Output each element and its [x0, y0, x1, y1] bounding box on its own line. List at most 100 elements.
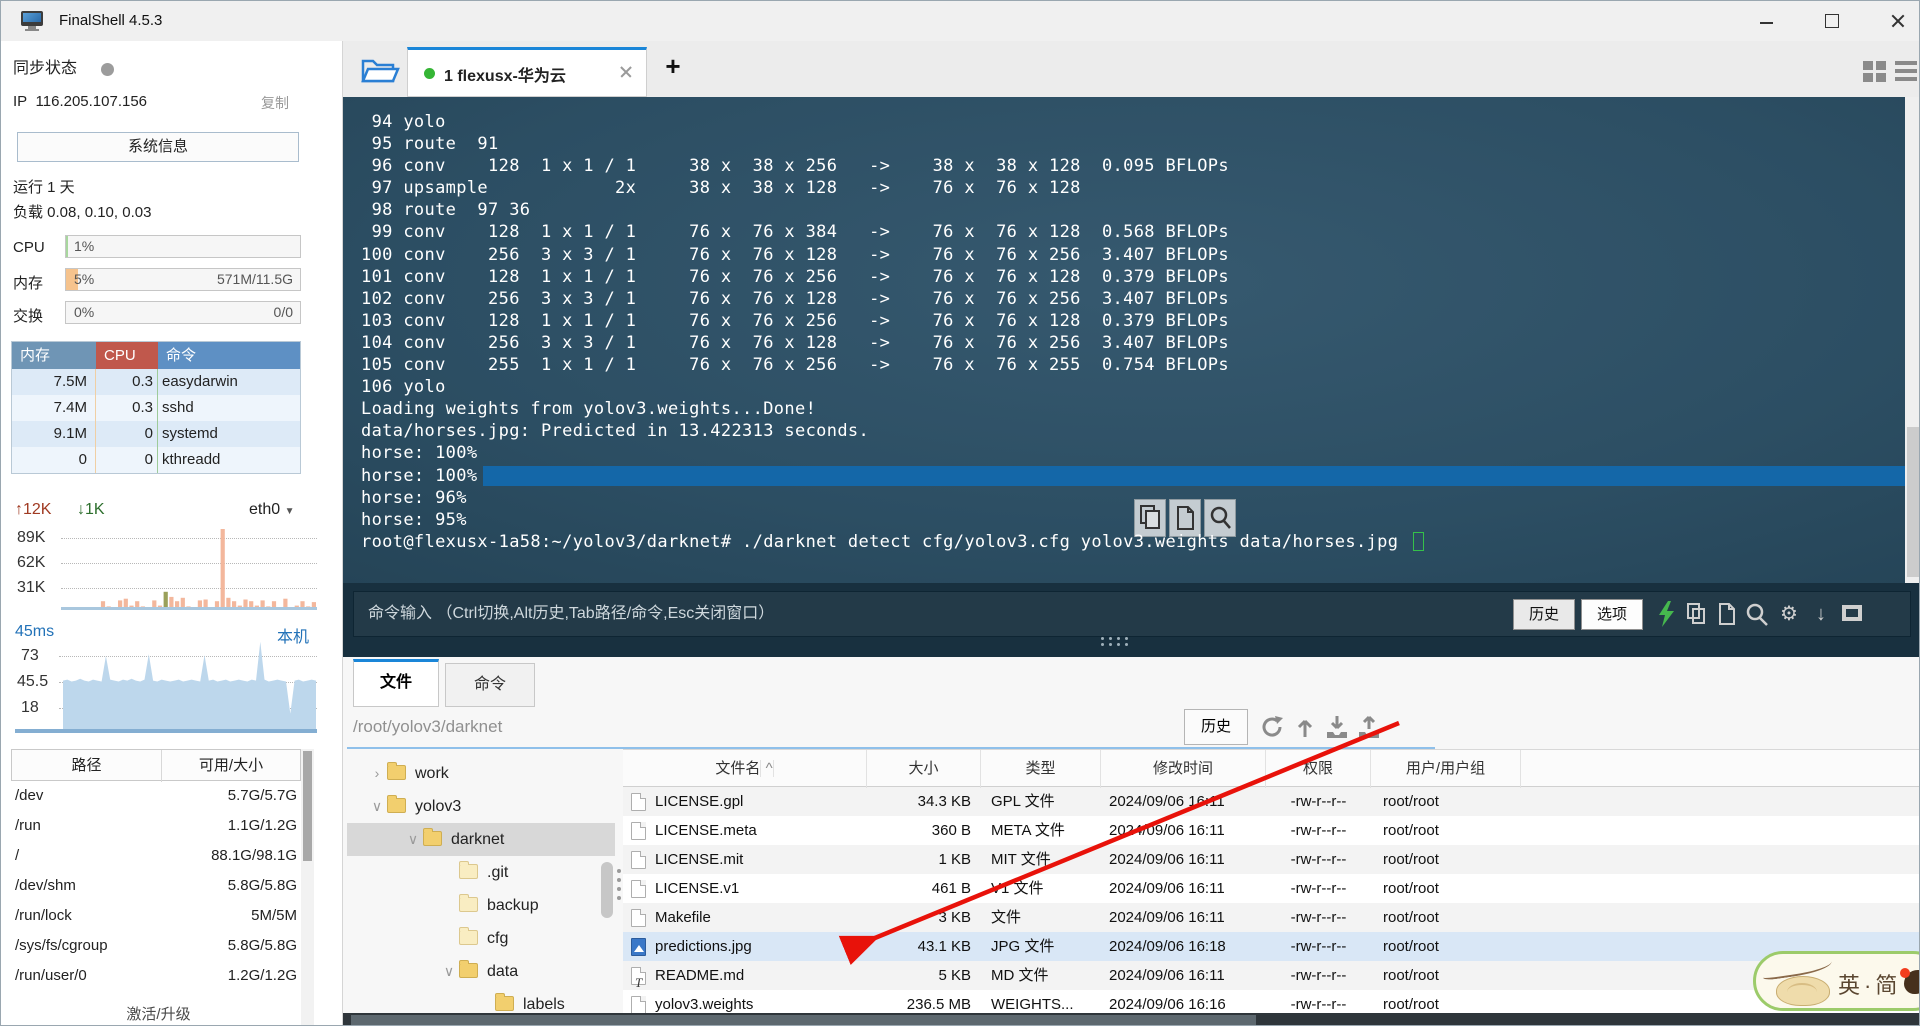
- disk-table-header[interactable]: 路径 可用/大小: [11, 749, 301, 782]
- tree-item-labels[interactable]: labels: [347, 988, 615, 1013]
- file-perm: -rw-r--r--: [1290, 880, 1347, 897]
- copy-ip-link[interactable]: 复制: [261, 93, 289, 113]
- folder-icon: [459, 927, 478, 945]
- file-name: LICENSE.v1: [655, 880, 740, 897]
- window-toggle-icon[interactable]: [1839, 600, 1867, 628]
- disk-row[interactable]: /run/lock 5M/5M: [11, 901, 301, 931]
- scroll-down-icon[interactable]: ↓: [1807, 600, 1835, 628]
- disk-row[interactable]: /run 1.1G/1.2G: [11, 811, 301, 841]
- file-list: 文件名 ^ 大小 类型 修改时间 权限 用户/用户组 LICENSE.gpl 34…: [623, 749, 1919, 1013]
- horizontal-scrollbar[interactable]: [343, 1013, 1919, 1025]
- file-type: 文件: [991, 909, 1022, 926]
- grid-view-icon[interactable]: [1863, 61, 1887, 83]
- terminal-scrollbar-thumb[interactable]: [1907, 427, 1919, 577]
- tree-item-darknet[interactable]: ∨ darknet: [347, 823, 615, 856]
- squirrel-decoration: [1900, 968, 1919, 994]
- file-row-yolov3.weights[interactable]: yolov3.weights 236.5 MB WEIGHTS... 2024/09/…: [623, 990, 1919, 1013]
- network-traffic-chart: [100, 529, 316, 609]
- history-button[interactable]: 历史: [1513, 599, 1575, 630]
- disk-table: 路径 可用/大小 /dev 5.7G/5.7G/run 1.1G/1.2G/88.1…: [11, 749, 301, 1025]
- close-button[interactable]: [1881, 13, 1915, 31]
- file-owner: root/root: [1383, 880, 1439, 897]
- process-col-memory[interactable]: 内存: [12, 342, 96, 369]
- copy-icon[interactable]: [1683, 600, 1711, 628]
- disk-row[interactable]: /dev/shm 5.8G/5.8G: [11, 871, 301, 901]
- process-row[interactable]: 7.4M 0.3 sshd: [12, 395, 300, 421]
- paste-icon[interactable]: [1713, 600, 1741, 628]
- disk-row[interactable]: /dev 5.7G/5.7G: [11, 781, 301, 811]
- tree-item-yolov3[interactable]: ∨ yolov3: [347, 790, 615, 823]
- tree-item-backup[interactable]: backup: [347, 889, 615, 922]
- tree-item-work[interactable]: › work: [347, 757, 615, 790]
- session-tab[interactable]: 1 flexusx-华为云: [407, 47, 647, 97]
- refresh-icon[interactable]: [1259, 713, 1287, 741]
- col-size[interactable]: 大小: [867, 750, 981, 788]
- tree-list-splitter[interactable]: [616, 869, 622, 909]
- file-row-Makefile[interactable]: Makefile 3 KB 文件 2024/09/06 16:11 -rw-r--r--…: [623, 903, 1919, 932]
- col-owner[interactable]: 用户/用户组: [1371, 750, 1521, 788]
- file-row-LICENSE.meta[interactable]: LICENSE.meta 360 B META 文件 2024/09/06 16:11…: [623, 816, 1919, 845]
- path-history-button[interactable]: 历史: [1184, 709, 1248, 745]
- terminal[interactable]: 94 yolo 95 route 91 96 conv 128 1 x 1 / …: [343, 97, 1905, 583]
- horizontal-scrollbar-thumb[interactable]: [351, 1015, 1256, 1025]
- chevron-right-icon[interactable]: ›: [367, 757, 387, 790]
- tree-scrollbar-thumb[interactable]: [601, 862, 613, 918]
- tab-close-icon[interactable]: [618, 64, 634, 80]
- file-row-LICENSE.gpl[interactable]: LICENSE.gpl 34.3 KB GPL 文件 2024/09/06 16:11…: [623, 787, 1919, 816]
- chevron-down-icon[interactable]: ∨: [439, 955, 459, 988]
- minimize-button[interactable]: [1750, 13, 1784, 31]
- file-row-LICENSE.v1[interactable]: LICENSE.v1 461 B V1 文件 2024/09/06 16:11 -rw-…: [623, 874, 1919, 903]
- process-row[interactable]: 9.1M 0 systemd: [12, 421, 300, 447]
- download-icon[interactable]: [1323, 713, 1351, 741]
- tree-item-git[interactable]: .git: [347, 856, 615, 889]
- col-perm[interactable]: 权限: [1266, 750, 1371, 788]
- system-info-button[interactable]: 系统信息: [17, 132, 299, 162]
- terminal-line: 106 yolo: [361, 377, 446, 398]
- file-row-predictions.jpg[interactable]: predictions.jpg 43.1 KB JPG 文件 2024/09/06 1…: [623, 932, 1919, 961]
- options-button[interactable]: 选项: [1581, 599, 1643, 630]
- tree-item-data[interactable]: ∨ data: [347, 955, 615, 988]
- disk-table-scrollbar[interactable]: [301, 749, 314, 1025]
- terminal-scrollbar[interactable]: [1905, 97, 1919, 583]
- list-view-icon[interactable]: [1895, 61, 1919, 83]
- chevron-down-icon[interactable]: ∨: [403, 823, 423, 856]
- upload-icon[interactable]: [1355, 713, 1383, 741]
- new-tab-button[interactable]: +: [659, 53, 687, 81]
- process-col-command[interactable]: 命令: [158, 342, 300, 369]
- tab-commands[interactable]: 命令: [445, 663, 535, 707]
- process-row[interactable]: 0 0 kthreadd: [12, 447, 300, 473]
- disk-col-size[interactable]: 可用/大小: [162, 750, 300, 782]
- process-col-cpu[interactable]: CPU: [96, 342, 158, 369]
- col-mtime[interactable]: 修改时间: [1101, 750, 1266, 788]
- title-bar: FinalShell 4.5.3: [1, 1, 1919, 41]
- disk-row[interactable]: /sys/fs/cgroup 5.8G/5.8G: [11, 931, 301, 961]
- activate-upgrade-link[interactable]: 激活/升级: [1, 1003, 316, 1024]
- disk-row[interactable]: /88.1G/98.1G: [11, 841, 301, 871]
- disk-scrollbar-thumb[interactable]: [303, 751, 312, 861]
- lightning-icon[interactable]: [1653, 600, 1681, 628]
- file-mtime: 2024/09/06 16:11: [1109, 880, 1225, 897]
- file-perm: -rw-r--r--: [1290, 909, 1347, 926]
- tab-files[interactable]: 文件: [353, 659, 439, 707]
- splitter-handle[interactable]: [1101, 637, 1141, 649]
- col-filename[interactable]: 文件名 ^: [623, 750, 867, 788]
- search-icon[interactable]: [1743, 600, 1771, 628]
- maximize-button[interactable]: [1815, 13, 1849, 31]
- tree-item-label: cfg: [487, 930, 509, 947]
- tree-item-label: yolov3: [415, 798, 462, 815]
- process-row[interactable]: 7.5M 0.3 easydarwin: [12, 369, 300, 395]
- file-row-README.md[interactable]: README.md 5 KB MD 文件 2024/09/06 16:11 -rw-r-…: [623, 961, 1919, 990]
- disk-row[interactable]: /run/user/0 1.2G/1.2G: [11, 961, 301, 991]
- process-table-header[interactable]: 内存 CPU 命令: [12, 342, 300, 369]
- file-row-LICENSE.mit[interactable]: LICENSE.mit 1 KB MIT 文件 2024/09/06 16:11 -rw…: [623, 845, 1919, 874]
- open-connection-icon[interactable]: [357, 49, 401, 89]
- disk-col-path[interactable]: 路径: [12, 750, 162, 782]
- gear-icon[interactable]: ⚙: [1775, 600, 1803, 628]
- col-type[interactable]: 类型: [981, 750, 1101, 788]
- terminal-line: 101 conv 128 1 x 1 / 1 76 x 76 x 256 -> …: [361, 266, 1229, 287]
- parent-directory-icon[interactable]: [1291, 713, 1319, 741]
- sort-asc-icon: ^: [765, 760, 774, 777]
- tree-item-cfg[interactable]: cfg: [347, 922, 615, 955]
- chevron-down-icon[interactable]: ∨: [367, 790, 387, 823]
- network-interface-select[interactable]: eth0 ▼: [249, 501, 295, 519]
